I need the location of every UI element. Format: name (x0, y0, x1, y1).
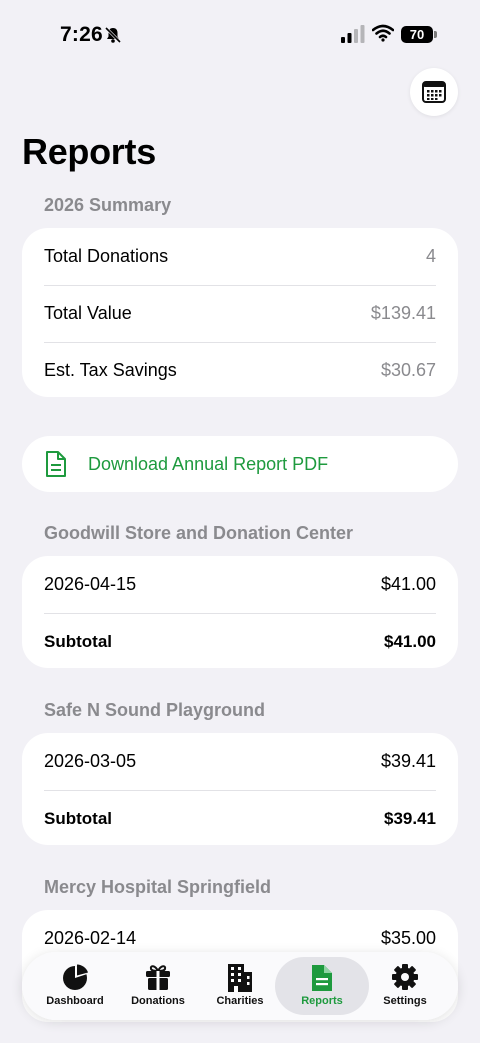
subtotal-label: Subtotal (44, 808, 112, 828)
document-icon (312, 965, 332, 991)
calendar-icon (422, 81, 446, 103)
gear-icon (392, 964, 418, 990)
battery-indicator: 70 (401, 26, 437, 43)
wifi-icon (372, 24, 394, 42)
summary-value: $139.41 (370, 303, 436, 323)
subtotal-row: Subtotal $39.41 (22, 790, 458, 847)
summary-value: 4 (425, 246, 436, 266)
tab-reports[interactable]: Reports (275, 957, 369, 1015)
divider (44, 790, 436, 791)
tab-settings[interactable]: Settings (362, 952, 448, 1020)
document-icon (46, 451, 66, 477)
summary-row-tax-savings: Est. Tax Savings $30.67 (22, 342, 458, 399)
charity-card: 2026-03-05 $39.41 Subtotal $39.41 (22, 733, 458, 845)
pie-chart-icon (63, 964, 88, 990)
tab-dashboard[interactable]: Dashboard (32, 952, 118, 1020)
summary-label: Est. Tax Savings (44, 360, 177, 380)
donation-row[interactable]: 2026-04-15 $41.00 (22, 556, 458, 613)
subtotal-value: $41.00 (384, 631, 436, 651)
charity-header: Mercy Hospital Springfield (44, 877, 272, 897)
charity-header: Safe N Sound Playground (44, 700, 266, 720)
status-time: 7:26 (60, 23, 103, 46)
battery-percent: 70 (409, 27, 425, 42)
tab-label: Settings (383, 995, 427, 1007)
donation-amount: $39.41 (380, 751, 436, 771)
tab-bar: Dashboard Donations Charities Reports Se… (22, 952, 458, 1020)
tab-charities[interactable]: Charities (197, 952, 283, 1020)
bell-off-icon (104, 26, 122, 44)
tab-label: Dashboard (46, 995, 104, 1007)
divider (44, 285, 436, 286)
tab-donations[interactable]: Donations (115, 952, 201, 1020)
status-bar: 7:26 70 (0, 0, 480, 60)
donation-amount: $41.00 (380, 574, 436, 594)
download-report-label: Download Annual Report PDF (88, 453, 329, 474)
charity-header: Goodwill Store and Donation Center (44, 523, 354, 543)
building-icon (228, 964, 252, 992)
tab-label: Donations (131, 995, 185, 1007)
subtotal-label: Subtotal (44, 631, 112, 651)
subtotal-row: Subtotal $41.00 (22, 613, 458, 670)
summary-label: Total Donations (44, 246, 169, 266)
donation-date: 2026-04-15 (44, 574, 137, 594)
summary-row-total-donations: Total Donations 4 (22, 228, 458, 285)
summary-card: Total Donations 4 Total Value $139.41 Es… (22, 228, 458, 397)
calendar-button[interactable] (410, 68, 458, 116)
summary-row-total-value: Total Value $139.41 (22, 285, 458, 342)
summary-value: $30.67 (380, 360, 436, 380)
page-title: Reports (22, 131, 156, 172)
tab-label: Charities (216, 995, 264, 1007)
divider (44, 613, 436, 614)
subtotal-value: $39.41 (384, 808, 436, 828)
donation-row[interactable]: 2026-03-05 $39.41 (22, 733, 458, 790)
charity-card: 2026-04-15 $41.00 Subtotal $41.00 (22, 556, 458, 668)
donation-amount: $35.00 (380, 928, 436, 948)
divider (44, 342, 436, 343)
cellular-signal-icon (341, 25, 365, 43)
summary-label: Total Value (44, 303, 132, 323)
donation-date: 2026-03-05 (44, 751, 137, 771)
tab-label: Reports (301, 995, 343, 1007)
download-report-button[interactable]: Download Annual Report PDF (22, 436, 458, 492)
summary-header: 2026 Summary (44, 195, 172, 215)
donation-date: 2026-02-14 (44, 928, 137, 948)
gift-icon (146, 965, 170, 990)
